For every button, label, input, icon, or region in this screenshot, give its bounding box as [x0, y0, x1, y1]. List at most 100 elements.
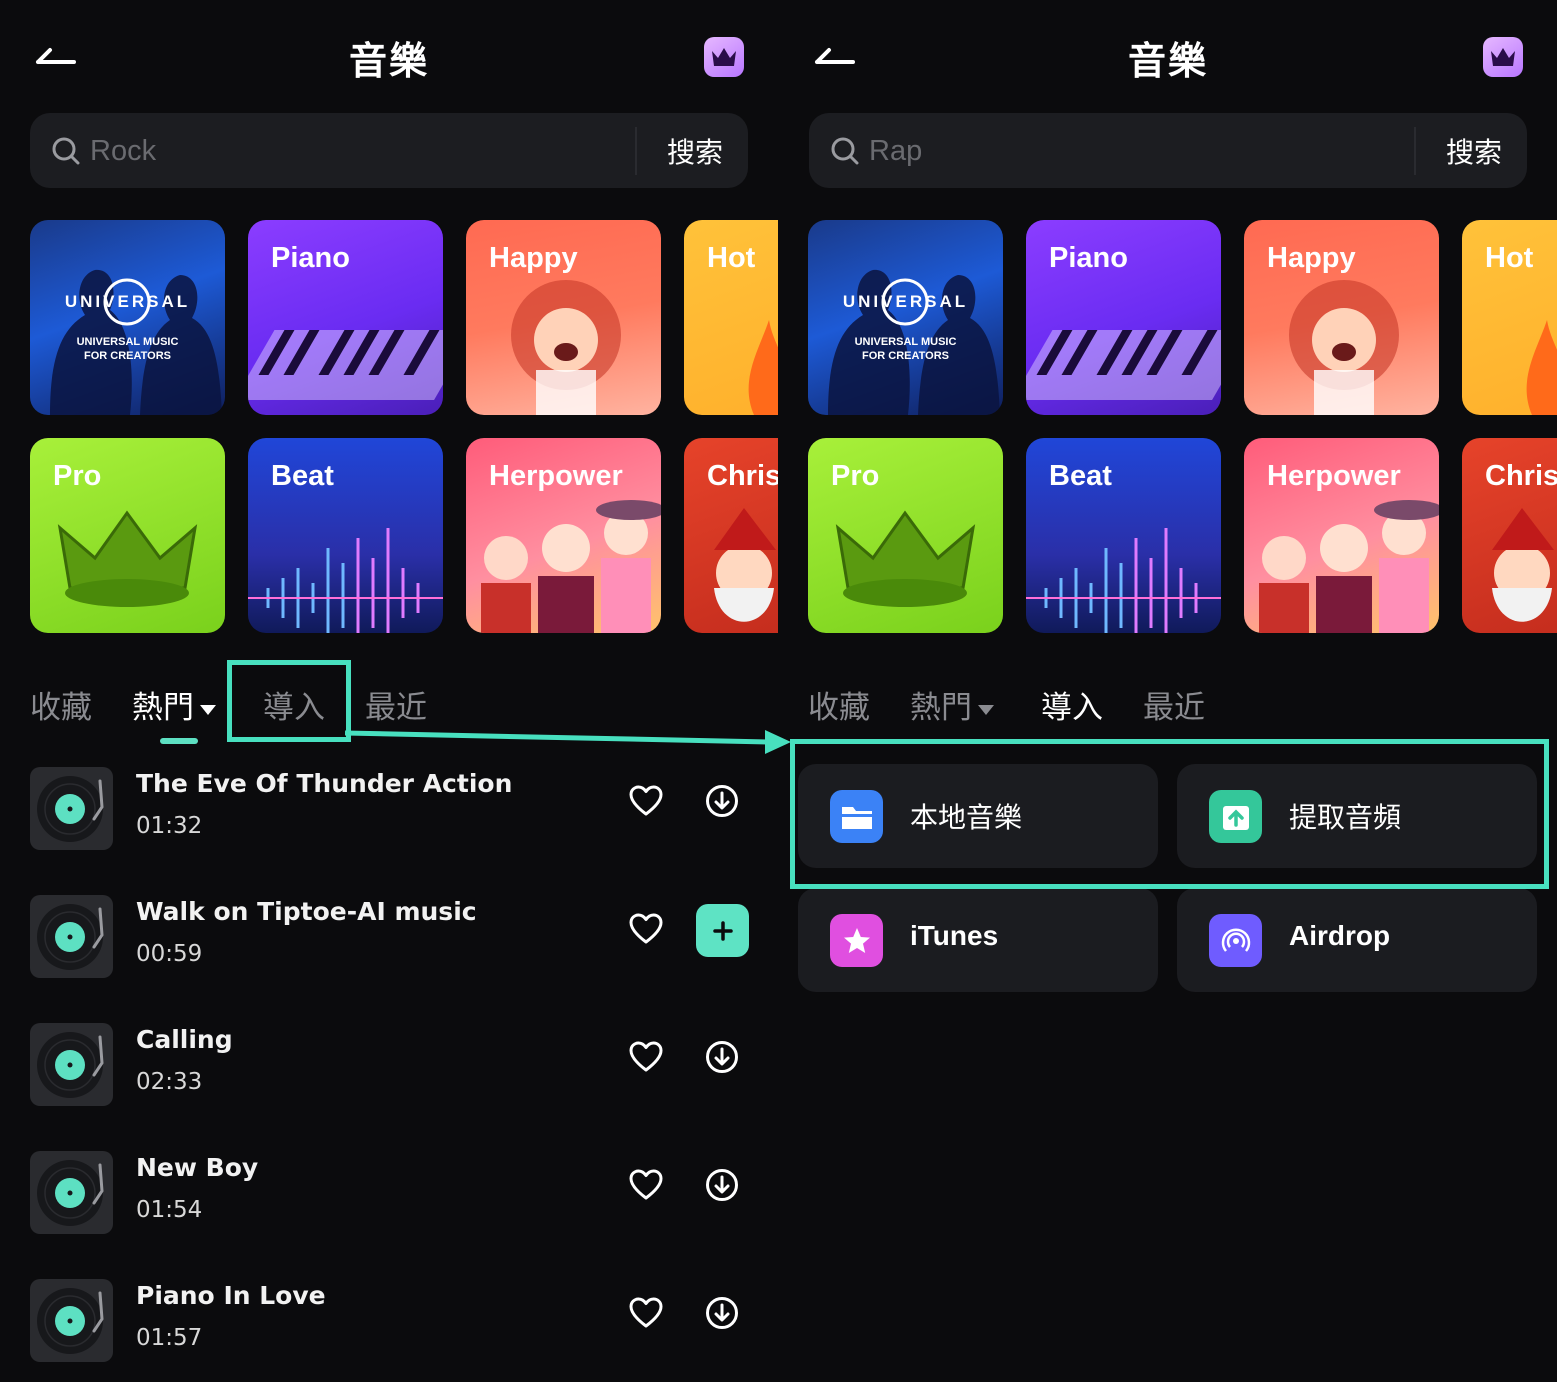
category-christmas[interactable]: Chris [684, 438, 778, 633]
category-universal[interactable]: UNIVERSAL UNIVERSAL MUSIC FOR CREATORS [808, 220, 1003, 415]
tab-favorites[interactable]: 收藏 [30, 682, 92, 727]
add-song-button[interactable] [696, 904, 749, 957]
song-row[interactable]: New Boy 01:54 [30, 1151, 748, 1235]
vinyl-disc-icon [30, 1023, 113, 1106]
song-duration: 01:32 [136, 813, 203, 839]
category-pro[interactable]: Pro [808, 438, 1003, 633]
song-row[interactable]: Piano In Love 01:57 [30, 1279, 748, 1363]
tab-recent[interactable]: 最近 [1143, 682, 1205, 727]
category-herpower[interactable]: Herpower [466, 438, 661, 633]
tab-hot[interactable]: 熱門 [910, 682, 994, 727]
heart-icon[interactable] [628, 783, 664, 819]
download-icon[interactable] [704, 1167, 740, 1203]
category-piano[interactable]: Piano [1026, 220, 1221, 415]
page-title: 音樂 [1127, 39, 1208, 83]
tab-label: 熱門 [910, 690, 972, 726]
tab-label: 熱門 [132, 690, 194, 726]
active-tab-indicator [160, 738, 198, 744]
category-label: Pro [831, 460, 880, 492]
highlight-import-tab [227, 660, 351, 742]
download-icon[interactable] [704, 1295, 740, 1331]
import-airdrop[interactable]: Airdrop [1177, 888, 1537, 992]
heart-icon[interactable] [628, 1039, 664, 1075]
heart-icon[interactable] [628, 1167, 664, 1203]
category-happy[interactable]: Happy [1244, 220, 1439, 415]
search-input[interactable] [869, 125, 1429, 177]
tab-favorites[interactable]: 收藏 [808, 682, 870, 727]
vinyl-disc-icon [30, 895, 113, 978]
category-label: Beat [1049, 460, 1112, 492]
airdrop-icon [1209, 914, 1262, 967]
category-label: Chris [707, 460, 778, 492]
category-label: Beat [271, 460, 334, 492]
category-label: Happy [489, 242, 578, 274]
song-duration: 02:33 [136, 1069, 203, 1095]
import-itunes[interactable]: iTunes [798, 888, 1158, 992]
universal-art [828, 269, 1000, 415]
song-duration: 01:54 [136, 1197, 203, 1223]
download-icon[interactable] [704, 1039, 740, 1075]
caret-down-icon [978, 704, 994, 715]
heart-icon[interactable] [628, 1295, 664, 1331]
song-title: The Eve Of Thunder Action [136, 769, 513, 798]
option-label: iTunes [910, 920, 999, 951]
star-icon [830, 914, 883, 967]
category-hot[interactable]: Hot [684, 220, 778, 415]
category-label: Happy [1267, 242, 1356, 274]
universal-logo-text: UNIVERSAL [842, 292, 969, 311]
premium-crown-button[interactable] [1483, 37, 1523, 77]
category-happy[interactable]: Happy [466, 220, 661, 415]
heart-icon[interactable] [628, 911, 664, 947]
option-label: Airdrop [1289, 920, 1391, 951]
song-row[interactable]: Calling 02:33 [30, 1023, 748, 1107]
search-bar: 搜索 [30, 113, 748, 188]
premium-crown-button[interactable] [704, 37, 744, 77]
search-icon [831, 137, 859, 165]
category-label: Piano [271, 242, 350, 274]
page-title: 音樂 [348, 39, 429, 83]
crown-icon [712, 48, 736, 66]
crown-icon [1491, 48, 1515, 66]
category-herpower[interactable]: Herpower [1244, 438, 1439, 633]
search-input[interactable] [90, 125, 650, 177]
search-button[interactable]: 搜索 [1421, 113, 1527, 188]
search-icon [52, 137, 80, 165]
tab-recent[interactable]: 最近 [365, 682, 427, 727]
song-title: New Boy [136, 1153, 259, 1182]
category-label: Herpower [1267, 460, 1401, 492]
category-pro[interactable]: Pro [30, 438, 225, 633]
category-universal[interactable]: UNIVERSAL UNIVERSAL MUSIC FOR CREATORS [30, 220, 225, 415]
song-title: Piano In Love [136, 1281, 326, 1310]
music-screen-import: 音樂 搜索 UNIVERSAL UNIVERSAL MUSIC FOR CREA… [779, 0, 1557, 1382]
song-row[interactable]: Walk on Tiptoe-AI music 00:59 [30, 895, 749, 979]
vinyl-disc-icon [30, 767, 113, 850]
vinyl-disc-icon [30, 1151, 113, 1234]
song-duration: 00:59 [136, 941, 203, 967]
song-row[interactable]: The Eve Of Thunder Action 01:32 [30, 767, 748, 851]
category-piano[interactable]: Piano [248, 220, 443, 415]
connector-arrow-icon [345, 730, 791, 754]
category-label: Pro [53, 460, 102, 492]
category-beat[interactable]: Beat [248, 438, 443, 633]
search-button[interactable]: 搜索 [642, 113, 748, 188]
category-label: Hot [1485, 242, 1534, 274]
caret-down-icon [200, 704, 216, 715]
song-duration: 01:57 [136, 1325, 203, 1351]
search-divider [635, 127, 637, 175]
song-title: Walk on Tiptoe-AI music [136, 897, 477, 926]
universal-sub-2: FOR CREATORS [862, 350, 949, 362]
tab-import[interactable]: 導入 [1041, 682, 1103, 727]
search-divider [1414, 127, 1416, 175]
category-label: Hot [707, 242, 756, 274]
category-christmas[interactable]: Chris [1462, 438, 1557, 633]
download-icon[interactable] [704, 783, 740, 819]
universal-sub-2: FOR CREATORS [84, 350, 171, 362]
category-beat[interactable]: Beat [1026, 438, 1221, 633]
category-label: Chris [1485, 460, 1557, 492]
universal-logo-text: UNIVERSAL [64, 292, 191, 311]
category-label: Herpower [489, 460, 623, 492]
plus-icon [712, 920, 733, 941]
tab-hot[interactable]: 熱門 [132, 682, 216, 727]
universal-art [50, 269, 222, 415]
category-hot[interactable]: Hot [1462, 220, 1557, 415]
